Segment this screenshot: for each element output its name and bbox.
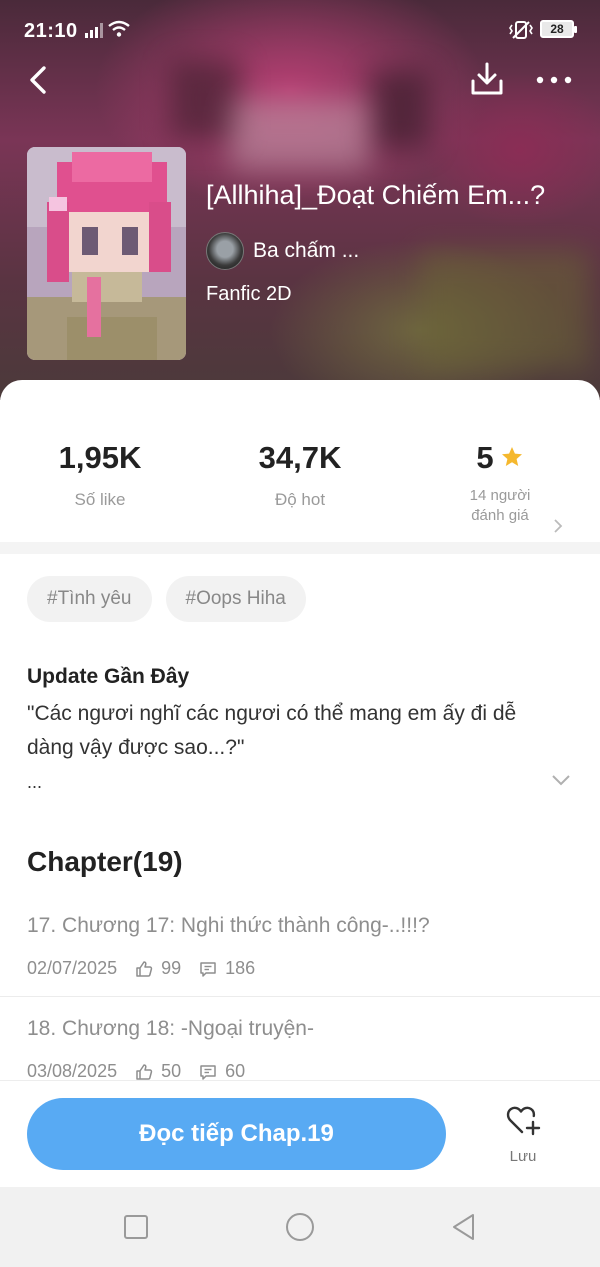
save-button[interactable]: Lưu [490,1103,556,1173]
update-text: "Các ngươi nghĩ các ngươi có thể mang em… [27,702,517,759]
tag-chip[interactable]: #Tình yêu [27,576,152,622]
status-bar: 21:10 28 [0,0,600,60]
rating-count-label-2: đánh giá [471,507,529,524]
update-heading: Update Gần Đây [27,665,190,688]
chapter-likes: 99 [161,958,182,978]
chevron-right-icon [554,519,563,533]
download-icon[interactable] [466,58,508,100]
chapter-date: 02/07/2025 [27,958,118,978]
chapter-row[interactable]: 17. Chương 17: Nghi thức thành công-..!!… [0,900,600,1000]
likes-label: Số like [74,490,126,509]
update-ellipsis: ... [27,772,43,792]
genre-label: Fanfic 2D [206,283,292,305]
chapter-comments: 60 [225,1061,246,1081]
system-navigation-bar [0,1187,600,1267]
chapter-title: 17. Chương 17: Nghi thức thành công-..!!… [27,914,430,937]
story-title: [Allhiha]_Đoạt Chiếm Em...? [206,180,546,210]
stat-hot: 34,7K Độ hot [200,440,400,510]
stat-rating[interactable]: 5 14 người đánh giá [400,440,600,533]
back-arrow-icon[interactable] [22,60,62,100]
bottom-action-bar: Đọc tiếp Chap.19 Lưu [0,1080,600,1187]
home-icon[interactable] [284,1211,316,1243]
save-label: Lưu [509,1148,537,1165]
battery-indicator: 28 [540,20,577,38]
stat-likes: 1,95K Số like [0,440,200,510]
more-options-icon[interactable] [532,60,576,100]
story-cover-image[interactable] [27,147,186,360]
rating-value: 5 [476,440,494,475]
likes-value: 1,95K [58,440,142,475]
vibrate-icon [509,21,533,39]
author-link[interactable]: Ba chấm ... [206,232,359,270]
recent-apps-icon[interactable] [120,1211,152,1243]
status-time: 21:10 [24,20,78,42]
comment-icon [200,1064,216,1080]
chapter-heading: Chapter(19) [27,846,183,877]
thumbs-up-icon [136,1063,153,1080]
tag-chip[interactable]: #Oops Hiha [165,576,306,622]
chapter-likes: 50 [161,1061,182,1081]
row-divider [0,996,600,997]
stats-row: 1,95K Số like 34,7K Độ hot 5 14 người đá… [0,420,600,540]
section-divider [0,542,600,554]
author-name: Ba chấm ... [253,239,360,262]
chapter-title: 18. Chương 18: -Ngoại truyện- [27,1017,314,1040]
comment-icon [200,961,216,977]
rating-count-label: 14 người [469,487,531,504]
hot-label: Độ hot [274,490,326,509]
chevron-down-icon[interactable] [550,770,572,790]
heart-plus-icon [506,1106,541,1136]
star-icon [501,447,522,466]
tag-list: #Tình yêu #Oops Hiha [27,576,306,622]
continue-reading-button[interactable]: Đọc tiếp Chap.19 [27,1098,446,1170]
chapter-date: 03/08/2025 [27,1061,118,1081]
thumbs-up-icon [136,960,153,977]
wifi-icon [108,20,130,37]
signal-icon [85,23,103,38]
avatar [206,232,244,270]
back-icon[interactable] [448,1211,480,1243]
hot-value: 34,7K [258,440,342,475]
chapter-comments: 186 [225,958,256,978]
